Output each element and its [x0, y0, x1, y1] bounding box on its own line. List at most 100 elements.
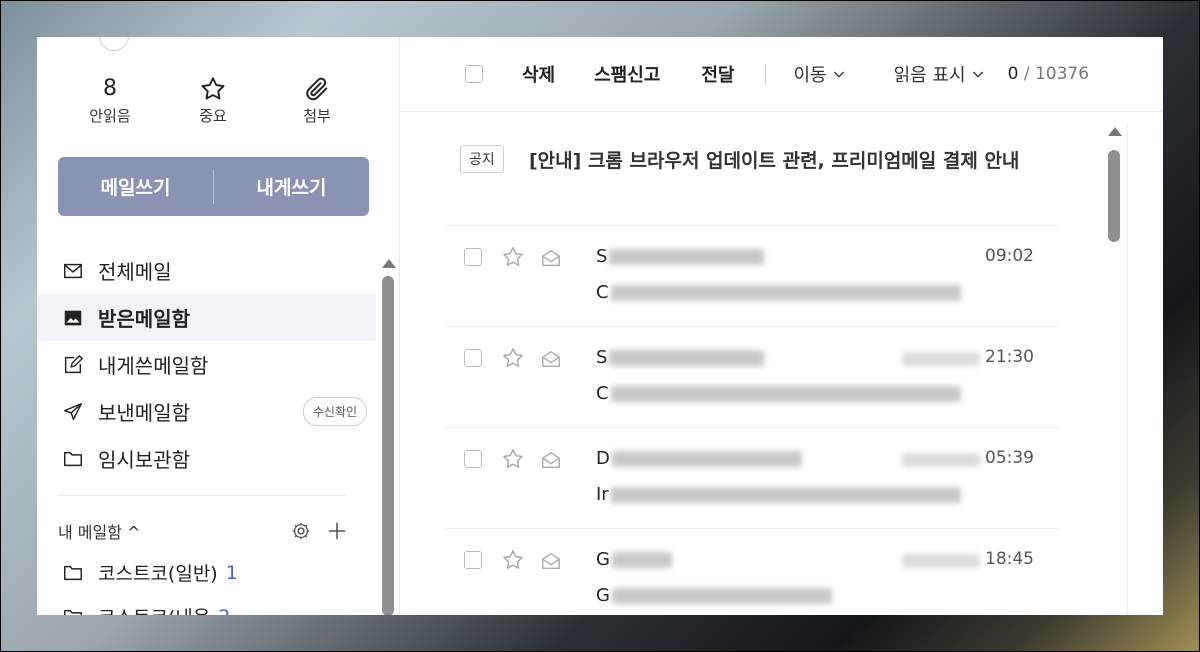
folder-icon: [64, 451, 82, 466]
mail-checkbox[interactable]: [464, 551, 482, 569]
envelope-open-icon[interactable]: [540, 247, 562, 269]
folder-item[interactable]: 코스트코(일반) 1: [62, 559, 238, 586]
select-all-checkbox[interactable]: [465, 65, 483, 83]
mail-list-scrollbar[interactable]: [1108, 127, 1122, 615]
mail-subject: Ir: [596, 484, 961, 505]
mail-row[interactable]: S C 21:30: [444, 327, 1060, 428]
notice-row[interactable]: 공지 [안내] 크롬 브라우저 업데이트 관련, 프리미엄메일 결제 안내: [444, 125, 1060, 226]
mail-subject: C: [596, 282, 961, 303]
mail-checkbox[interactable]: [464, 450, 482, 468]
blurred-date: [902, 453, 980, 467]
mail-time: 18:45: [985, 549, 1034, 569]
nav-label: 내게쓴메일함: [98, 354, 209, 378]
sidebar: 8 안읽음 중요 첨부 메일쓰기 내게쓰기 전체메일 받은메일함 내게쓴메일함 …: [37, 37, 400, 615]
attachment-stat[interactable]: 첨부: [282, 75, 352, 126]
blurred-text: [610, 284, 961, 301]
profile-avatar[interactable]: [99, 37, 129, 51]
folder-item[interactable]: 코스트코(내용 2: [62, 603, 230, 615]
notice-title: [안내] 크롬 브라우저 업데이트 관련, 프리미엄메일 결제 안내: [529, 150, 1020, 172]
attachment-label: 첨부: [303, 107, 331, 125]
blurred-date: [902, 554, 980, 568]
mail-subject: C: [596, 383, 961, 404]
unread-label: 안읽음: [89, 107, 131, 125]
folder-count: 1: [225, 561, 238, 584]
important-label: 중요: [199, 107, 227, 125]
sidebar-scrollbar[interactable]: [382, 259, 396, 615]
nav-item-inbox[interactable]: 받은메일함: [37, 294, 376, 341]
folder-label: 코스트코(일반): [98, 563, 218, 585]
folder-count: 2: [218, 606, 230, 616]
write-buttons: 메일쓰기 내게쓰기: [58, 157, 369, 216]
important-stat[interactable]: 중요: [178, 75, 248, 126]
sender-text: S: [596, 246, 608, 267]
nav-item-drafts[interactable]: 임시보관함: [37, 435, 376, 482]
nav-item-self-sent[interactable]: 내게쓴메일함: [37, 341, 376, 388]
nav-label: 임시보관함: [98, 448, 190, 472]
mail-row[interactable]: G G 18:45: [444, 529, 1060, 615]
notice-tag: 공지: [460, 145, 504, 173]
move-dropdown[interactable]: 이동: [794, 61, 847, 87]
mail-time: 09:02: [985, 246, 1034, 266]
scroll-up-arrow-icon[interactable]: [382, 259, 396, 268]
folder-label: 코스트코(내용: [98, 603, 210, 615]
my-mailbox-title[interactable]: 내 메일함 ^: [58, 519, 140, 543]
star-icon[interactable]: [501, 548, 525, 572]
envelope-open-icon[interactable]: [540, 550, 562, 572]
delete-button[interactable]: 삭제: [522, 61, 555, 87]
nav-item-all-mail[interactable]: 전체메일: [37, 247, 376, 294]
write-self-button[interactable]: 내게쓰기: [214, 173, 369, 200]
envelope-icon: [64, 263, 82, 278]
mail-count-current: 0: [1007, 64, 1019, 84]
move-label: 이동: [793, 65, 827, 86]
star-icon[interactable]: [501, 447, 525, 471]
folder-icon: [64, 565, 82, 580]
subject-text: C: [596, 282, 609, 303]
plus-icon[interactable]: [326, 520, 348, 542]
scroll-up-arrow-icon[interactable]: [1108, 127, 1122, 136]
paperclip-icon: [306, 77, 328, 101]
compose-icon: [64, 354, 84, 373]
mail-subject: G: [596, 585, 832, 606]
mail-list-pane: 삭제 스팸신고 전달 이동 읽음 표시 0 / 10376 공지 [안내] 크롬…: [400, 37, 1163, 615]
unread-count: 8: [103, 76, 117, 101]
mail-sender: D: [596, 448, 802, 469]
my-mailbox-header: 내 메일함 ^: [58, 519, 348, 543]
sender-text: D: [596, 448, 610, 469]
sender-text: G: [596, 549, 610, 570]
forward-button[interactable]: 전달: [701, 61, 734, 87]
mail-sender: G: [596, 549, 672, 570]
mail-row[interactable]: S C 09:02: [444, 226, 1060, 327]
scroll-thumb[interactable]: [382, 276, 394, 615]
star-icon[interactable]: [501, 245, 525, 269]
envelope-open-icon[interactable]: [540, 348, 562, 370]
nav-item-sent[interactable]: 보낸메일함 수신확인: [37, 388, 376, 435]
read-receipt-button[interactable]: 수신확인: [302, 397, 367, 426]
chevron-down-icon: [833, 71, 844, 78]
nav-label: 보낸메일함: [98, 401, 190, 425]
mail-sender: S: [596, 347, 765, 368]
blurred-text: [609, 349, 765, 366]
mail-list: 공지 [안내] 크롬 브라우저 업데이트 관련, 프리미엄메일 결제 안내 S …: [444, 125, 1060, 615]
mail-row[interactable]: D Ir 05:39: [444, 428, 1060, 529]
write-mail-button[interactable]: 메일쓰기: [58, 173, 213, 200]
gear-icon[interactable]: [290, 520, 312, 542]
mail-time: 05:39: [985, 448, 1034, 468]
subject-text: C: [596, 383, 609, 404]
sender-text: S: [596, 347, 608, 368]
mail-checkbox[interactable]: [464, 248, 482, 266]
scroll-thumb[interactable]: [1108, 150, 1120, 242]
star-icon[interactable]: [501, 346, 525, 370]
blurred-text: [611, 450, 802, 467]
blurred-text: [611, 551, 672, 568]
mail-checkbox[interactable]: [464, 349, 482, 367]
toolbar-divider: [764, 64, 766, 84]
envelope-open-icon[interactable]: [540, 449, 562, 471]
blurred-date: [902, 352, 980, 366]
blurred-text: [611, 587, 832, 604]
read-mark-dropdown[interactable]: 읽음 표시: [894, 61, 986, 87]
mail-sender: S: [596, 246, 765, 267]
unread-stat[interactable]: 8 안읽음: [75, 75, 145, 126]
spam-report-button[interactable]: 스팸신고: [594, 61, 660, 87]
sidebar-divider: [58, 495, 346, 496]
mail-count: 0 / 10376: [1008, 64, 1089, 84]
